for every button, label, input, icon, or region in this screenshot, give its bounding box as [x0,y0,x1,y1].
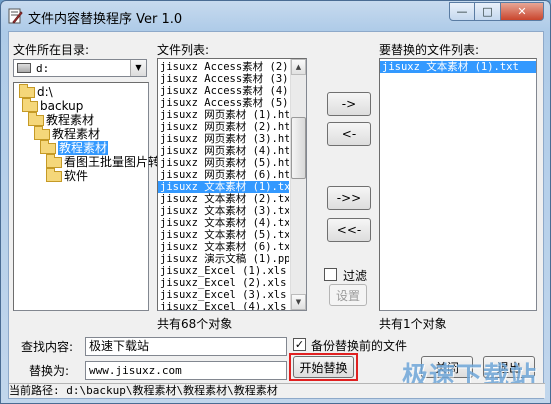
file-count: 共有68个对象 [157,317,233,331]
file-list-item[interactable]: jisuxz 网页素材 (5).html [158,157,289,169]
folder-icon [19,83,35,98]
client-area: 文件所在目录: d: ▼ d:\ backup 教程素材 教程素材 教程素材 看… [8,31,545,399]
replace-list-item[interactable]: jisuxz 文本素材 (1).txt [380,61,536,73]
tree-item-converter[interactable]: 看图王批量图片转换 [46,153,172,169]
file-list-label: 文件列表: [157,43,210,57]
replace-input[interactable]: www.jisuxz.com [85,361,287,380]
drive-value: d: [36,62,50,75]
file-list-item[interactable]: jisuxz_Excel (4).xls [158,301,289,310]
status-bar: 当前路径: d:\backup\教程素材\教程素材\教程素材 [9,383,545,398]
drive-icon [17,63,31,73]
scroll-thumb[interactable] [291,117,306,179]
filter-label: 过滤 [343,269,368,283]
start-replace-button[interactable]: 开始替换 [293,356,354,378]
file-list-item[interactable]: jisuxz Access素材 (4).mdb [158,85,289,97]
replace-list-label: 要替换的文件列表: [379,43,480,57]
folder-icon [28,111,44,126]
file-list-scrollbar[interactable]: ▲ ▼ [290,59,306,310]
app-icon [8,8,23,24]
remove-all-button[interactable]: <<- [327,218,371,242]
file-list-item[interactable]: jisuxz 文本素材 (6).txt [158,241,289,253]
file-list-item[interactable]: jisuxz 网页素材 (6).html [158,169,289,181]
file-list-item[interactable]: jisuxz 文本素材 (4).txt [158,217,289,229]
file-list-item[interactable]: jisuxz 文本素材 (2).txt [158,193,289,205]
replace-label: 替换为: [29,364,70,378]
maximize-button[interactable]: □ [475,2,501,21]
file-list-item[interactable]: jisuxz_Excel (3).xls [158,289,289,301]
file-list-item[interactable]: jisuxz 网页素材 (4).html [158,145,289,157]
title-bar[interactable]: 文件内容替换程序 Ver 1.0 — □ ✕ [1,1,550,31]
replace-file-list[interactable]: jisuxz 文本素材 (1).txt [379,58,537,311]
file-list-item-selected[interactable]: jisuxz 文本素材 (1).txt [158,181,289,193]
file-list-item[interactable]: jisuxz 演示文稿 (1).ppt [158,253,289,265]
search-label: 查找内容: [21,340,74,354]
backup-checkbox[interactable]: ✓ [293,338,306,351]
folder-icon [46,167,62,182]
scroll-up-icon[interactable]: ▲ [291,59,306,75]
settings-button[interactable]: 设置 [329,284,367,306]
close-window-button[interactable]: ✕ [501,2,544,21]
folder-icon [46,153,62,168]
directory-tree[interactable]: d:\ backup 教程素材 教程素材 教程素材 看图王批量图片转换 软件 [13,82,172,311]
folder-icon [40,139,56,154]
folder-icon [22,97,38,112]
status-path: 当前路径: d:\backup\教程素材\教程素材\教程素材 [9,384,278,397]
filter-checkbox[interactable] [324,268,337,281]
backup-label: 备份替换前的文件 [311,339,408,353]
file-list-item[interactable]: jisuxz 网页素材 (3).html [158,133,289,145]
tree-item-software[interactable]: 软件 [46,167,88,183]
file-list-item[interactable]: jisuxz Access素材 (3).mdb [158,73,289,85]
chevron-down-icon[interactable]: ▼ [130,60,146,76]
directory-label: 文件所在目录: [13,43,90,57]
replace-count: 共有1个对象 [379,317,447,331]
file-list-item[interactable]: jisuxz 网页素材 (2).html [158,121,289,133]
file-list-item[interactable]: jisuxz 文本素材 (5).txt [158,229,289,241]
remove-file-button[interactable]: <- [327,122,371,146]
minimize-button[interactable]: — [449,2,475,21]
folder-icon [34,125,50,140]
file-list-item[interactable]: jisuxz Access素材 (2).mdb [158,61,289,73]
scroll-down-icon[interactable]: ▼ [291,294,306,310]
file-list-item[interactable]: jisuxz 文本素材 (3).txt [158,205,289,217]
file-list-item[interactable]: jisuxz_Excel (2).xls [158,277,289,289]
app-window: 文件内容替换程序 Ver 1.0 — □ ✕ 文件所在目录: d: ▼ d:\ … [0,0,551,404]
file-list-item[interactable]: jisuxz Access素材 (5).mdb [158,97,289,109]
add-file-button[interactable]: -> [327,92,371,116]
add-all-button[interactable]: ->> [327,186,371,210]
drive-select[interactable]: d: ▼ [13,59,147,77]
file-list-item[interactable]: jisuxz 网页素材 (1).html [158,109,289,121]
file-list[interactable]: jisuxz Access素材 (2).mdb jisuxz Access素材 … [157,58,307,311]
search-input[interactable]: 极速下载站 [85,337,287,356]
window-title: 文件内容替换程序 Ver 1.0 [28,12,183,27]
file-list-item[interactable]: jisuxz_Excel (1).xls [158,265,289,277]
